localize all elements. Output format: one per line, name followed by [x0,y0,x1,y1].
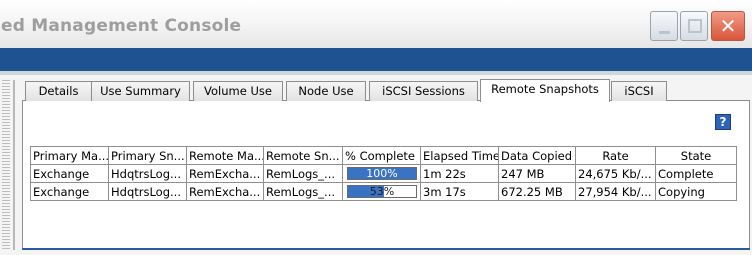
tab-volume-use[interactable]: Volume Use [193,81,283,101]
close-icon: ✕ [719,14,737,38]
cell-primary-snapshot: HdqtrsLog... [108,182,187,201]
column-header[interactable]: Primary Sn... [108,146,187,165]
cell-remote-snapshot: RemLogs_... [263,182,343,201]
tab-label: iSCSI [624,84,654,98]
column-header[interactable]: Remote Sn... [263,146,343,165]
remote-snapshots-table: Primary Ma... Primary Sn... Remote Ma...… [30,146,737,201]
minimize-button[interactable] [650,11,678,41]
cell-remote-group: RemExcha... [186,182,264,201]
column-header[interactable]: Elapsed Time [420,146,499,165]
tab-label: Use Summary [100,84,181,98]
cell-data-copied: 672.25 MB [498,182,576,201]
splitter-grip[interactable] [2,80,10,250]
maximize-button[interactable] [680,11,708,41]
maximize-icon [688,19,702,33]
cell-elapsed-time: 3m 17s [420,182,499,201]
panel-bottom-border [22,248,750,250]
tab-node-use[interactable]: Node Use [286,81,366,101]
help-icon[interactable]: ? [715,114,731,130]
minimize-icon [659,31,670,34]
tab-label: Node Use [298,84,354,98]
cell-primary-group: Exchange [30,182,109,201]
tab-label: Details [38,84,79,98]
tab-use-summary[interactable]: Use Summary [91,81,190,101]
cell-primary-snapshot: HdqtrsLog... [108,164,187,183]
cell-remote-snapshot: RemLogs_... [263,164,343,183]
tab-iscsi-sessions[interactable]: iSCSI Sessions [369,81,478,101]
close-button[interactable]: ✕ [711,11,745,41]
cell-state: Complete [655,164,737,183]
cell-percent-complete: 53% [342,182,421,201]
cell-rate: 27,954 Kb/... [575,182,656,201]
cell-remote-group: RemExcha... [186,164,264,183]
cell-rate: 24,675 Kb/... [575,164,656,183]
splitter-line [13,80,15,250]
cell-primary-group: Exchange [30,164,109,183]
column-header[interactable]: State [655,146,737,165]
header-band [0,48,752,71]
tab-remote-snapshots[interactable]: Remote Snapshots [480,79,610,102]
tab-iscsi[interactable]: iSCSI [611,81,667,101]
window-title: ed Management Console [1,16,242,36]
table-row[interactable]: Exchange HdqtrsLog... RemExcha... RemLog… [30,182,737,201]
column-header[interactable]: % Complete [342,146,421,165]
tab-label: Volume Use [204,84,272,98]
table-header-row: Primary Ma... Primary Sn... Remote Ma...… [30,146,737,165]
cell-percent-complete: 100% [342,164,421,183]
tab-details[interactable]: Details [25,81,92,101]
tab-label: Remote Snapshots [491,82,599,96]
column-header[interactable]: Primary Ma... [30,146,109,165]
title-bar: ed Management Console ✕ [0,0,752,48]
cell-state: Copying [655,182,737,201]
progress-label: 53% [369,185,395,198]
tab-label: iSCSI Sessions [382,84,465,98]
progress-bar: 100% [347,167,417,180]
cell-data-copied: 247 MB [498,164,576,183]
column-header[interactable]: Data Copied [498,146,576,165]
progress-label: 100% [366,167,398,180]
column-header[interactable]: Remote Ma... [186,146,264,165]
cell-elapsed-time: 1m 22s [420,164,499,183]
table-row[interactable]: Exchange HdqtrsLog... RemExcha... RemLog… [30,164,737,183]
progress-bar: 53% [347,185,417,198]
column-header[interactable]: Rate [575,146,656,165]
